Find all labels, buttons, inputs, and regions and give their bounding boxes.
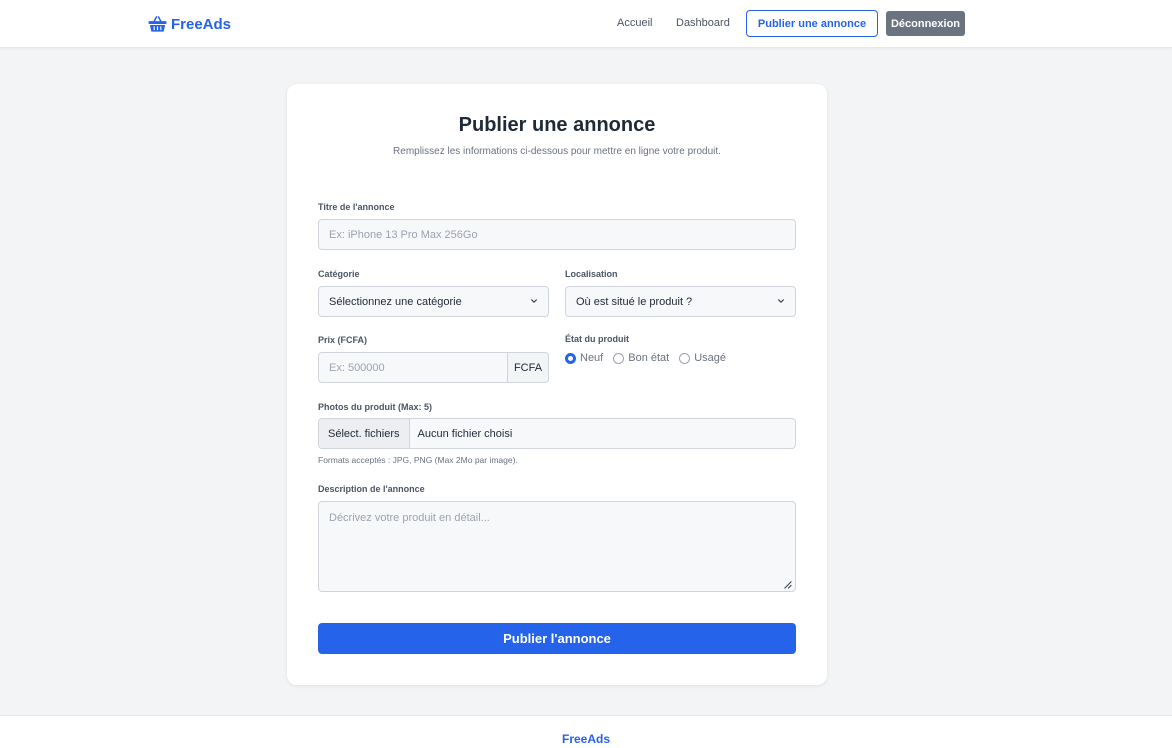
ad-title-input[interactable] <box>318 219 796 250</box>
condition-option-label: Usagé <box>694 352 727 364</box>
nav-link-home[interactable]: Accueil <box>617 17 652 29</box>
page-title: Publier une annonce <box>458 114 656 136</box>
brand-name: FreeAds <box>171 15 232 33</box>
price-label: Prix (FCFA) <box>318 335 368 345</box>
photos-help-text: Formats acceptés : JPG, PNG (Max 2Mo par… <box>318 455 518 465</box>
radio-unchecked-icon[interactable] <box>613 352 625 364</box>
nav-link-dashboard[interactable]: Dashboard <box>676 17 730 29</box>
condition-option-new[interactable]: Neuf <box>565 352 603 364</box>
chevron-down-icon <box>531 298 537 303</box>
publish-form-card: Publier une annonce Remplissez les infor… <box>287 84 827 685</box>
basket-icon <box>148 16 167 32</box>
currency-addon: FCFA <box>508 352 549 383</box>
radio-checked-icon[interactable] <box>565 352 576 364</box>
condition-label: État du produit <box>565 334 629 344</box>
brand-link[interactable]: FreeAds <box>148 12 231 36</box>
condition-option-good[interactable]: Bon état <box>613 352 669 364</box>
category-selected-value: Sélectionnez une catégorie <box>329 295 462 308</box>
condition-option-used[interactable]: Usagé <box>679 352 726 364</box>
photos-label: Photos du produit (Max: 5) <box>318 402 432 412</box>
navbar: FreeAds Accueil Dashboard Publier une an… <box>0 0 1172 48</box>
condition-option-label: Neuf <box>580 352 604 364</box>
file-status-text: Aucun fichier choisi <box>417 427 513 440</box>
location-label: Localisation <box>565 269 618 279</box>
condition-option-label: Bon état <box>628 352 670 364</box>
publish-ad-button[interactable]: Publier une annonce <box>746 10 878 37</box>
condition-radio-group: Neuf Bon état Usagé <box>565 351 736 365</box>
price-input[interactable] <box>318 352 508 383</box>
chevron-down-icon <box>778 298 784 303</box>
photos-file-input[interactable]: Sélect. fichiers Aucun fichier choisi <box>318 418 796 449</box>
description-label: Description de l'annonce <box>318 484 425 494</box>
location-select[interactable]: Où est situé le produit ? <box>565 286 796 317</box>
location-selected-value: Où est situé le produit ? <box>576 295 693 308</box>
category-label: Catégorie <box>318 269 360 279</box>
logout-button[interactable]: Déconnexion <box>886 11 965 36</box>
description-textarea[interactable] <box>318 501 796 592</box>
footer-brand: FreeAds <box>561 732 611 746</box>
select-files-button[interactable]: Sélect. fichiers <box>319 419 410 448</box>
category-select[interactable]: Sélectionnez une catégorie <box>318 286 549 317</box>
radio-unchecked-icon[interactable] <box>679 352 691 364</box>
resize-handle-icon[interactable] <box>783 580 792 589</box>
footer: FreeAds <box>0 715 1172 748</box>
ad-title-label: Titre de l'annonce <box>318 202 395 212</box>
page-subtitle: Remplissez les informations ci-dessous p… <box>393 146 721 157</box>
submit-ad-button[interactable]: Publier l'annonce <box>318 623 796 654</box>
